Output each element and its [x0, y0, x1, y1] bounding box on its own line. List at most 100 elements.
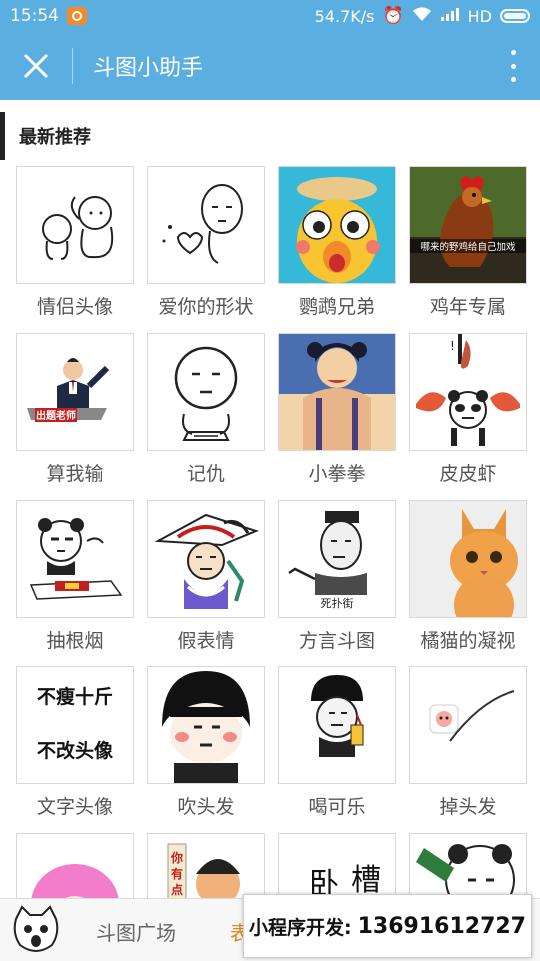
network-type: HD [467, 6, 492, 26]
sticker-pack-label: 掉头发 [439, 796, 497, 818]
note-doodle-image [174, 346, 238, 441]
promo-label: 小程序开发: [249, 916, 352, 939]
sticker-pack-item[interactable]: 橘猫的凝视 [409, 500, 527, 653]
speaker-podium-image: 出题老师 [27, 358, 110, 422]
sticker-pack-item[interactable]: 吹头发 [147, 666, 265, 819]
sticker-pack-item[interactable]: 掉头发 [409, 666, 527, 819]
status-bar: 15:54 54.7K/s ⏰ HD [0, 0, 540, 32]
app-notification-icon [67, 7, 87, 25]
sticker-thumbnail [278, 333, 396, 451]
net-speed: 54.7K/s [314, 6, 375, 26]
heart-doodle-image [162, 184, 243, 264]
page-title: 斗图小助手 [93, 56, 204, 81]
alarm-icon: ⏰ [382, 6, 404, 26]
promo-phone: 13691612727 [357, 913, 526, 939]
more-dot-icon [510, 77, 516, 82]
sticker-pack-label: 皮皮虾 [439, 463, 497, 485]
sticker-pack-label: 爱你的形状 [158, 296, 254, 318]
section-marker [0, 112, 5, 160]
title-bar: 斗图小助手 [0, 32, 540, 100]
parrot-toy-image [279, 167, 395, 283]
tab-doutu-square[interactable]: 斗图广场 [96, 917, 176, 946]
sticker-pack-label: 情侣头像 [36, 296, 113, 318]
battery-icon [500, 9, 530, 23]
section-header: 最新推荐 [0, 112, 540, 160]
sticker-pack-item[interactable]: 死扑街 方言斗图 [278, 500, 396, 653]
sticker-pack-label: 吹头发 [177, 796, 235, 818]
sticker-pack-label: 文字头像 [36, 796, 113, 818]
sticker-pack-item[interactable]: 爱你的形状 [147, 166, 265, 319]
sticker-pack-item[interactable]: 不瘦十斤 不改头像文字头像 [16, 666, 134, 819]
sticker-pack-item[interactable]: 鹦鹉兄弟 [278, 166, 396, 319]
wifi-icon [412, 6, 432, 27]
sticker-pack-item[interactable]: 喝可乐 [278, 666, 396, 819]
sticker-pack-item[interactable]: ! 皮皮虾 [409, 333, 527, 486]
svg-text:点: 点 [171, 882, 183, 897]
sticker-pack-item[interactable]: 小拳拳 [278, 333, 396, 486]
svg-text:死扑街: 死扑街 [321, 596, 354, 610]
svg-text:你: 你 [170, 850, 183, 865]
close-icon [23, 53, 49, 79]
sticker-thumbnail: 出题老师 [16, 333, 134, 451]
sticker-thumbnail [278, 166, 396, 284]
more-dot-icon [510, 63, 516, 69]
close-button[interactable] [0, 32, 72, 100]
sticker-thumbnail [16, 500, 134, 618]
sticker-thumbnail [278, 666, 396, 784]
sticker-pack-label: 算我输 [46, 463, 104, 485]
couple-doodle-image [42, 196, 114, 260]
sticker-thumbnail [409, 500, 527, 618]
sticker-thumbnail: ! [409, 333, 527, 451]
orange-cat-image [410, 501, 526, 617]
anime-muscle-image [279, 334, 395, 450]
svg-text:槽: 槽 [351, 863, 381, 898]
sticker-thumbnail [16, 166, 134, 284]
sticker-thumbnail: 不瘦十斤 不改头像 [16, 666, 134, 784]
hair-loss-image [429, 690, 515, 742]
svg-text:出题老师: 出题老师 [36, 409, 76, 422]
more-menu-button[interactable] [508, 50, 518, 82]
sticker-thumbnail [147, 500, 265, 618]
sticker-pack-item[interactable]: 抽根烟 [16, 500, 134, 653]
sticker-thumbnail [147, 666, 265, 784]
panda-shrimp-image: ! [416, 334, 520, 446]
sticker-pack-label: 喝可乐 [308, 796, 366, 818]
sticker-pack-label: 鹦鹉兄弟 [298, 296, 375, 318]
sticker-pack-item[interactable]: 情侣头像 [16, 166, 134, 319]
sticker-thumbnail [147, 166, 265, 284]
anime-mask-image [154, 513, 259, 609]
sticker-thumbnail: 死扑街 [278, 500, 396, 618]
rooster-image: 哪来的野鸡给自己加戏 [410, 167, 526, 283]
svg-text:有: 有 [171, 866, 183, 881]
sticker-pack-label: 方言斗图 [298, 630, 375, 652]
bowl-hair-image [162, 671, 250, 783]
meme-point-image: 死扑街 [288, 511, 367, 610]
more-dot-icon [510, 50, 516, 55]
sticker-pack-label: 小拳拳 [308, 463, 366, 485]
promo-banner[interactable]: 小程序开发: 13691612727 [243, 894, 532, 958]
svg-text:不瘦十斤: 不瘦十斤 [37, 685, 113, 708]
mascot-icon[interactable] [8, 901, 64, 957]
sticker-pack-item[interactable]: 出题老师算我输 [16, 333, 134, 486]
status-right: 54.7K/s ⏰ HD [315, 0, 530, 32]
sticker-pack-label: 抽根烟 [46, 630, 104, 652]
section-title: 最新推荐 [19, 127, 91, 148]
sticker-pack-item[interactable]: 哪来的野鸡给自己加戏鸡年专属 [409, 166, 527, 319]
svg-text:不改头像: 不改头像 [37, 739, 114, 762]
sticker-pack-item[interactable]: 假表情 [147, 500, 265, 653]
sticker-pack-label: 假表情 [177, 630, 235, 652]
panda-smoke-image [29, 518, 123, 600]
title-divider [72, 48, 73, 84]
status-time: 15:54 [10, 6, 59, 26]
sticker-thumbnail [409, 666, 527, 784]
svg-text:哪来的野鸡给自己加戏: 哪来的野鸡给自己加戏 [420, 241, 516, 253]
sticker-pack-item[interactable]: 记仇 [147, 333, 265, 486]
text-avatar-image: 不瘦十斤 不改头像 [37, 685, 114, 762]
sticker-pack-label: 橘猫的凝视 [420, 630, 516, 652]
sticker-thumbnail: 哪来的野鸡给自己加戏 [409, 166, 527, 284]
sticker-thumbnail [147, 333, 265, 451]
sticker-pack-label: 鸡年专属 [429, 296, 506, 318]
signal-icon [440, 6, 460, 27]
svg-text:!: ! [450, 339, 455, 353]
cola-meme-image [311, 675, 364, 757]
